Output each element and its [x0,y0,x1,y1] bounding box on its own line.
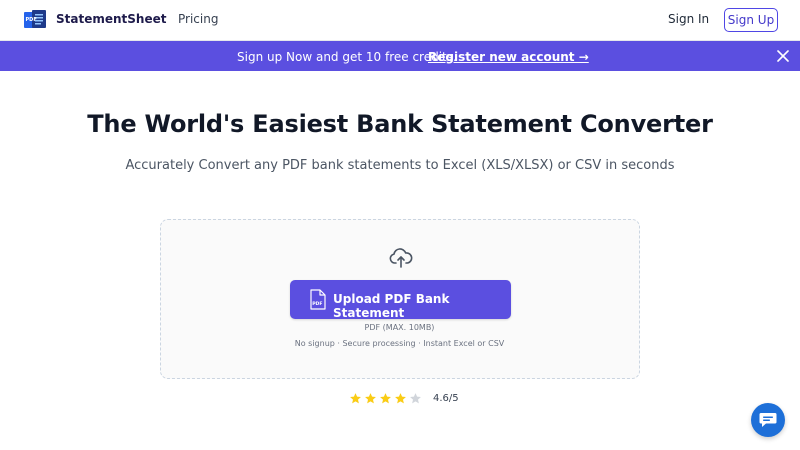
upload-pdf-button[interactable]: PDF Upload PDF Bank Statement [290,280,511,320]
page-subtitle: Accurately Convert any PDF bank statemen… [125,158,675,173]
svg-text:PDF: PDF [312,301,322,307]
pdf-document-icon: PDF [24,10,46,28]
star-icon [410,392,421,403]
star-icon [380,392,391,403]
logo[interactable]: PDF [24,10,46,30]
register-link[interactable]: Register new account → [428,50,589,64]
chat-bubble-icon [759,413,777,427]
star-icon [395,392,406,403]
star-icon [350,392,361,403]
sign-up-button[interactable]: Sign Up [724,8,778,32]
pdf-file-icon: PDF [310,289,326,310]
upload-button-label: Upload PDF Bank Statement [333,292,450,320]
star-icon [365,392,376,403]
svg-text:PDF: PDF [26,17,37,23]
close-icon[interactable] [777,50,789,62]
nav-pricing-link[interactable]: Pricing [178,12,218,26]
rating-value: 4.6/5 [433,392,459,404]
page-title: The World's Easiest Bank Statement Conve… [87,110,713,138]
features-text: No signup · Secure processing · Instant … [294,339,505,348]
rating-stars [349,392,424,405]
file-limit-text: PDF (MAX. 10MB) [364,323,435,332]
rating: 4.6/5 [349,391,459,405]
top-header: PDF StatementSheet Pricing Sign In Sign … [0,0,800,41]
promo-banner: Sign up Now and get 10 free credits. Reg… [0,41,800,71]
cloud-upload-icon [389,248,413,268]
brand-name[interactable]: StatementSheet [56,12,166,26]
promo-text: Sign up Now and get 10 free credits. [237,50,457,64]
chat-button[interactable] [751,403,785,437]
upload-dropzone[interactable]: PDF Upload PDF Bank Statement PDF (MAX. … [160,219,640,379]
sign-in-link[interactable]: Sign In [668,12,709,26]
